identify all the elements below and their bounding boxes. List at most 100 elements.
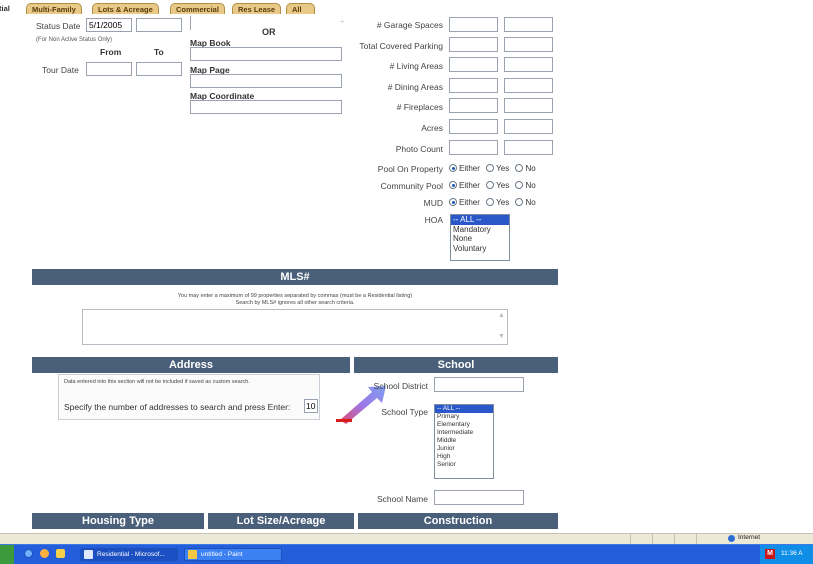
clock: 11:36 A xyxy=(781,550,803,557)
school-type-option-senior[interactable]: Senior xyxy=(435,461,493,469)
taskbar-item-paint[interactable]: untitled - Paint xyxy=(184,548,282,561)
to-label: To xyxy=(154,47,164,57)
photo-count-min-input[interactable] xyxy=(449,140,498,155)
school-type-option-middle[interactable]: Middle xyxy=(435,437,493,445)
hoa-option-all[interactable]: -- ALL -- xyxy=(451,215,509,225)
mud-group: Either Yes No xyxy=(449,198,540,207)
garage-spaces-max-input[interactable] xyxy=(504,17,553,32)
address-count-input[interactable] xyxy=(304,399,318,413)
radio-selected-icon[interactable] xyxy=(449,164,457,172)
tour-date-to-input[interactable] xyxy=(136,62,182,76)
browser-quicklaunch-icon[interactable] xyxy=(40,549,49,558)
pool-on-property-label: Pool On Property xyxy=(377,164,443,174)
mls-note-line1: You may enter a maximum of 99 properties… xyxy=(177,293,413,299)
fireplaces-min-input[interactable] xyxy=(449,98,498,113)
option-label: No xyxy=(525,181,536,190)
radio-selected-icon[interactable] xyxy=(449,181,457,189)
school-section-header: School xyxy=(354,357,558,373)
address-count-prompt: Specify the number of addresses to searc… xyxy=(64,402,291,412)
option-label: Yes xyxy=(496,198,510,207)
tab-res-lease[interactable]: Res Lease xyxy=(232,3,282,14)
garage-spaces-label: # Garage Spaces xyxy=(376,20,443,30)
radio-icon[interactable] xyxy=(515,181,524,189)
living-areas-max-input[interactable] xyxy=(504,57,553,72)
hoa-listbox[interactable]: -- ALL -- Mandatory None Voluntary xyxy=(450,214,510,261)
mud-label: MUD xyxy=(423,198,443,208)
photo-count-max-input[interactable] xyxy=(504,140,553,155)
school-type-label: School Type xyxy=(381,407,428,417)
pool-no-option[interactable]: No xyxy=(515,164,536,173)
mud-either-option[interactable]: Either xyxy=(449,198,480,207)
taskbar-item-residential[interactable]: Residential - Microsof... xyxy=(80,548,178,561)
covered-parking-min-input[interactable] xyxy=(449,37,498,52)
community-pool-no-option[interactable]: No xyxy=(515,181,536,190)
tab-commercial[interactable]: Commercial xyxy=(170,3,225,14)
textarea-scroll-up-icon[interactable]: ▲ xyxy=(498,312,505,319)
housing-type-header: Housing Type xyxy=(32,513,204,529)
radio-icon[interactable] xyxy=(515,164,524,172)
radio-icon[interactable] xyxy=(486,198,495,206)
map-coordinate-input[interactable] xyxy=(190,100,342,114)
radio-selected-icon[interactable] xyxy=(449,198,457,206)
garage-spaces-min-input[interactable] xyxy=(449,17,498,32)
radio-icon[interactable] xyxy=(515,198,524,206)
hoa-label: HOA xyxy=(424,215,443,225)
non-active-note: (For Non Active Status Only) xyxy=(36,37,113,43)
hoa-option-voluntary[interactable]: Voluntary xyxy=(451,244,509,254)
school-type-option-high[interactable]: High xyxy=(435,453,493,461)
community-pool-either-option[interactable]: Either xyxy=(449,181,480,190)
mls-note-line2: Search by MLS# ignores all other search … xyxy=(235,300,355,306)
school-name-input[interactable] xyxy=(434,490,524,505)
or-label: OR xyxy=(262,27,276,37)
map-page-input[interactable] xyxy=(190,74,342,88)
mls-textarea[interactable] xyxy=(82,309,508,345)
show-desktop-icon[interactable] xyxy=(24,549,33,558)
tab-all[interactable]: All xyxy=(286,3,315,14)
school-type-option-intermediate[interactable]: Intermediate xyxy=(435,429,493,437)
school-type-option-primary[interactable]: Primary xyxy=(435,413,493,421)
fireplaces-max-input[interactable] xyxy=(504,98,553,113)
school-type-listbox[interactable]: -- ALL -- Primary Elementary Intermediat… xyxy=(434,404,494,479)
hoa-option-mandatory[interactable]: Mandatory xyxy=(451,225,509,235)
status-date-to-input[interactable] xyxy=(136,18,182,32)
living-areas-min-input[interactable] xyxy=(449,57,498,72)
acres-max-input[interactable] xyxy=(504,119,553,134)
tab-residential[interactable]: tial xyxy=(0,3,15,14)
tour-date-from-input[interactable] xyxy=(86,62,132,76)
tray-app-icon[interactable]: M xyxy=(765,549,775,559)
address-section-header: Address xyxy=(32,357,350,373)
tour-date-label: Tour Date xyxy=(42,65,79,75)
option-label: No xyxy=(525,198,536,207)
school-district-input[interactable] xyxy=(434,377,524,392)
folder-quicklaunch-icon[interactable] xyxy=(56,549,65,558)
start-button[interactable] xyxy=(0,545,14,564)
school-type-option-elementary[interactable]: Elementary xyxy=(435,421,493,429)
status-date-from-input[interactable] xyxy=(86,18,132,32)
school-type-option-junior[interactable]: Junior xyxy=(435,445,493,453)
radio-icon[interactable] xyxy=(486,164,495,172)
hoa-option-none[interactable]: None xyxy=(451,234,509,244)
textarea-scroll-down-icon[interactable]: ▼ xyxy=(498,333,505,340)
status-divider xyxy=(674,533,675,544)
pool-on-property-group: Either Yes No xyxy=(449,164,540,173)
mud-no-option[interactable]: No xyxy=(515,198,536,207)
tab-lots-acreage[interactable]: Lots & Acreage xyxy=(92,3,159,14)
community-pool-yes-option[interactable]: Yes xyxy=(486,181,509,190)
pool-either-option[interactable]: Either xyxy=(449,164,480,173)
acres-min-input[interactable] xyxy=(449,119,498,134)
school-district-label: School District xyxy=(373,381,428,391)
school-type-option-all[interactable]: -- ALL -- xyxy=(435,405,493,413)
fireplaces-label: # Fireplaces xyxy=(396,102,443,112)
option-label: Either xyxy=(459,198,480,207)
construction-header: Construction xyxy=(358,513,558,529)
dining-areas-min-input[interactable] xyxy=(449,78,498,93)
radio-icon[interactable] xyxy=(486,181,495,189)
dining-areas-max-input[interactable] xyxy=(504,78,553,93)
covered-parking-max-input[interactable] xyxy=(504,37,553,52)
ie-window-icon xyxy=(84,550,93,559)
map-book-input[interactable] xyxy=(190,47,342,61)
tab-multi-family[interactable]: Multi-Family xyxy=(26,3,82,14)
living-areas-label: # Living Areas xyxy=(389,61,443,71)
pool-yes-option[interactable]: Yes xyxy=(486,164,509,173)
mud-yes-option[interactable]: Yes xyxy=(486,198,509,207)
